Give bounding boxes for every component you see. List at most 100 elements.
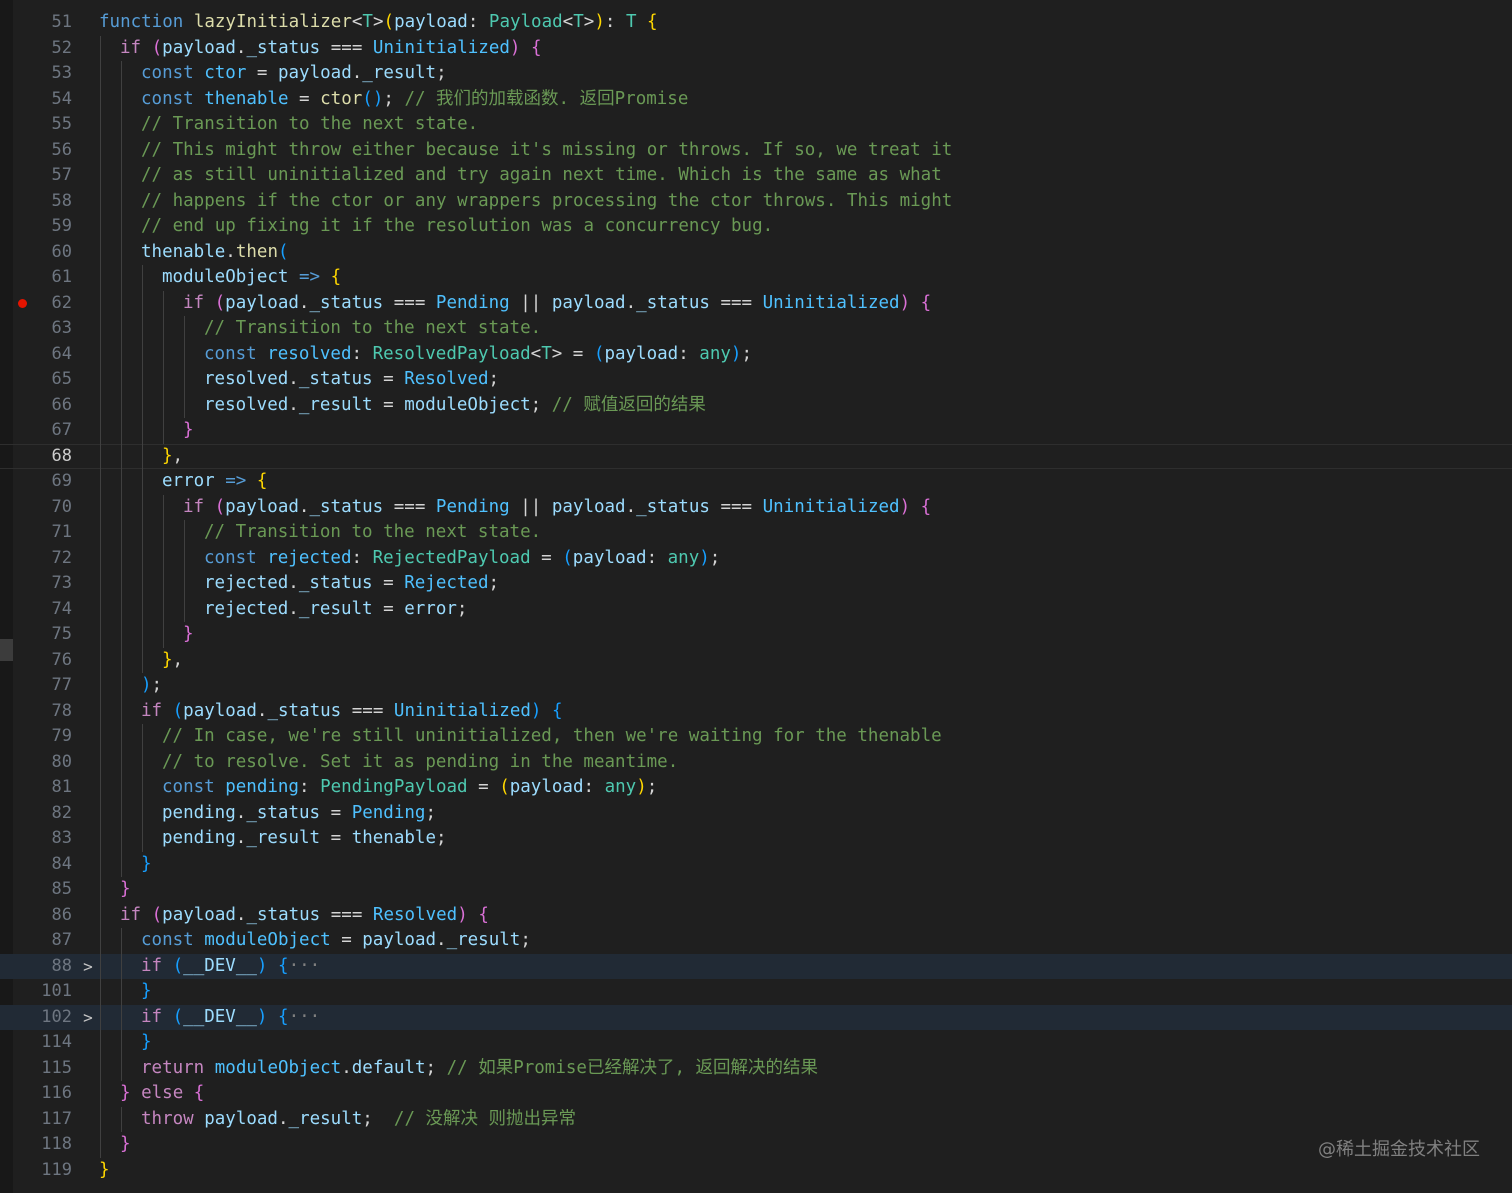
code-text[interactable]: const pending: PendingPayload = (payload… bbox=[162, 775, 657, 801]
code-line[interactable]: 55 // Transition to the next state. bbox=[0, 112, 1512, 138]
code-text[interactable]: // to resolve. Set it as pending in the … bbox=[162, 750, 678, 776]
code-text[interactable]: // end up fixing it if the resolution wa… bbox=[141, 214, 773, 240]
code-text[interactable]: error => { bbox=[162, 469, 267, 495]
code-text[interactable]: if (__DEV__) {··· bbox=[141, 1005, 320, 1031]
code-text[interactable]: // Transition to the next state. bbox=[204, 520, 541, 546]
code-text[interactable]: rejected._status = Rejected; bbox=[204, 571, 499, 597]
code-line[interactable]: 52 if (payload._status === Uninitialized)… bbox=[0, 35, 1512, 62]
code-editor[interactable]: 51 function lazyInitializer<T>(payload: P… bbox=[0, 0, 1512, 1193]
code-text[interactable]: } bbox=[120, 1132, 131, 1158]
code-line[interactable]: 71 // Transition to the next state. bbox=[0, 520, 1512, 546]
code-line[interactable]: 82 pending._status = Pending; bbox=[0, 800, 1512, 827]
code-text[interactable]: function lazyInitializer<T>(payload: Pay… bbox=[99, 10, 658, 36]
code-text[interactable]: if (payload._status === Pending || paylo… bbox=[183, 291, 931, 317]
code-line[interactable]: 69 error => { bbox=[0, 469, 1512, 495]
code-text[interactable]: const moduleObject = payload._result; bbox=[141, 928, 531, 954]
indent-guide bbox=[121, 443, 122, 469]
code-text[interactable]: return moduleObject.default; // 如果Promis… bbox=[141, 1056, 818, 1082]
code-line[interactable]: 73 rejected._status = Rejected; bbox=[0, 571, 1512, 597]
code-text[interactable]: resolved._result = moduleObject; // 赋值返回… bbox=[204, 393, 706, 419]
code-line[interactable]: 81 const pending: PendingPayload = (paylo… bbox=[0, 775, 1512, 801]
code-line[interactable]: 86 if (payload._status === Resolved) { bbox=[0, 902, 1512, 929]
code-line[interactable]: 102 > if (__DEV__) {··· bbox=[0, 1004, 1512, 1031]
code-text[interactable]: // happens if the ctor or any wrappers p… bbox=[141, 189, 952, 215]
code-text[interactable]: // This might throw either because it's … bbox=[141, 138, 952, 164]
code-text[interactable]: // as still uninitialized and try again … bbox=[141, 163, 942, 189]
code-line[interactable]: 53 const ctor = payload._result; bbox=[0, 61, 1512, 87]
code-line[interactable]: 62 if (payload._status === Pending || pay… bbox=[0, 290, 1512, 317]
code-text[interactable]: const thenable = ctor(); // 我们的加载函数. 返回P… bbox=[141, 87, 688, 113]
code-line[interactable]: 87 const moduleObject = payload._result; bbox=[0, 928, 1512, 954]
code-line[interactable]: 117 throw payload._result; // 没解决 则抛出异常 bbox=[0, 1106, 1512, 1133]
code-text[interactable]: thenable.then( bbox=[141, 240, 289, 266]
code-line[interactable]: 79 // In case, we're still uninitialized,… bbox=[0, 724, 1512, 750]
code-line[interactable]: 57 // as still uninitialized and try agai… bbox=[0, 163, 1512, 189]
code-line[interactable]: 116} else { bbox=[0, 1081, 1512, 1107]
code-text[interactable]: // Transition to the next state. bbox=[204, 316, 541, 342]
code-line[interactable]: 74 rejected._result = error; bbox=[0, 596, 1512, 623]
code-line[interactable]: 54 const thenable = ctor(); // 我们的加载函数. 返… bbox=[0, 86, 1512, 113]
code-line[interactable]: 51 function lazyInitializer<T>(payload: P… bbox=[0, 10, 1512, 36]
code-text[interactable]: } bbox=[120, 877, 131, 903]
code-text[interactable]: if (payload._status === Resolved) { bbox=[120, 903, 489, 929]
code-line[interactable]: 61 moduleObject => { bbox=[0, 265, 1512, 291]
code-line[interactable]: 84} bbox=[0, 851, 1512, 878]
code-text[interactable]: const ctor = payload._result; bbox=[141, 61, 447, 87]
code-text[interactable]: // Transition to the next state. bbox=[141, 112, 478, 138]
code-line[interactable]: 64 const resolved: ResolvedPayload<T> = (… bbox=[0, 341, 1512, 368]
code-line[interactable]: 101} bbox=[0, 979, 1512, 1005]
code-line[interactable]: 63 // Transition to the next state. bbox=[0, 316, 1512, 342]
code-line[interactable]: 70 if (payload._status === Pending || pay… bbox=[0, 494, 1512, 521]
code-line[interactable]: 78 if (payload._status === Uninitialized)… bbox=[0, 698, 1512, 725]
code-line[interactable]: 65 resolved._status = Resolved; bbox=[0, 367, 1512, 393]
code-line[interactable]: 68}, bbox=[0, 443, 1512, 470]
code-text[interactable]: } bbox=[183, 418, 194, 444]
code-text[interactable]: if (payload._status === Pending || paylo… bbox=[183, 495, 931, 521]
code-line[interactable]: 72 const rejected: RejectedPayload = (pay… bbox=[0, 545, 1512, 572]
code-line[interactable]: 83 pending._result = thenable; bbox=[0, 826, 1512, 852]
code-text[interactable]: }, bbox=[162, 648, 183, 674]
code-line[interactable]: 115 return moduleObject.default; // 如果Pro… bbox=[0, 1055, 1512, 1082]
code-line[interactable]: 119} bbox=[0, 1158, 1512, 1184]
fold-chevron-icon[interactable]: > bbox=[78, 954, 98, 980]
code-text[interactable]: ); bbox=[141, 673, 162, 699]
code-text[interactable]: if (payload._status === Uninitialized) { bbox=[120, 36, 542, 62]
code-text[interactable]: } bbox=[141, 1030, 152, 1056]
code-line[interactable]: 80 // to resolve. Set it as pending in th… bbox=[0, 749, 1512, 776]
code-text[interactable]: if (payload._status === Uninitialized) { bbox=[141, 699, 563, 725]
code-text[interactable]: } bbox=[183, 622, 194, 648]
code-text[interactable]: const rejected: RejectedPayload = (paylo… bbox=[204, 546, 720, 572]
code-line[interactable]: 114} bbox=[0, 1030, 1512, 1056]
code-line[interactable]: 118} bbox=[0, 1132, 1512, 1158]
code-text[interactable]: if (__DEV__) {··· bbox=[141, 954, 320, 980]
code-text[interactable]: moduleObject => { bbox=[162, 265, 341, 291]
code-line[interactable]: 75} bbox=[0, 622, 1512, 648]
code-text[interactable]: } bbox=[99, 1158, 110, 1184]
code-text[interactable]: pending._status = Pending; bbox=[162, 801, 436, 827]
code-line[interactable]: 77); bbox=[0, 673, 1512, 699]
code-text[interactable]: }, bbox=[162, 444, 183, 470]
indent-guide bbox=[121, 928, 122, 954]
code-text[interactable]: const resolved: ResolvedPayload<T> = (pa… bbox=[204, 342, 752, 368]
code-line[interactable]: 88 > if (__DEV__) {··· bbox=[0, 953, 1512, 980]
code-line[interactable]: 56 // This might throw either because it'… bbox=[0, 137, 1512, 164]
code-line[interactable]: 66 resolved._result = moduleObject; // 赋值… bbox=[0, 392, 1512, 419]
code-text[interactable]: rejected._result = error; bbox=[204, 597, 467, 623]
code-line[interactable]: 60 thenable.then( bbox=[0, 239, 1512, 266]
code-line[interactable]: 76}, bbox=[0, 647, 1512, 674]
code-text[interactable]: throw payload._result; // 没解决 则抛出异常 bbox=[141, 1107, 576, 1133]
code-text[interactable]: resolved._status = Resolved; bbox=[204, 367, 499, 393]
code-token: } bbox=[99, 1159, 110, 1180]
code-line[interactable]: 59 // end up fixing it if the resolution … bbox=[0, 214, 1512, 240]
code-line[interactable]: 67} bbox=[0, 418, 1512, 444]
code-text[interactable]: } bbox=[141, 852, 152, 878]
code-text[interactable]: // In case, we're still uninitialized, t… bbox=[162, 724, 942, 750]
code-line[interactable]: 58 // happens if the ctor or any wrappers… bbox=[0, 188, 1512, 215]
code-line[interactable]: 85} bbox=[0, 877, 1512, 903]
code-text[interactable]: } else { bbox=[120, 1081, 204, 1107]
code-text[interactable]: pending._result = thenable; bbox=[162, 826, 447, 852]
fold-chevron-icon[interactable]: > bbox=[78, 1005, 98, 1031]
code-text[interactable]: } bbox=[141, 979, 152, 1005]
